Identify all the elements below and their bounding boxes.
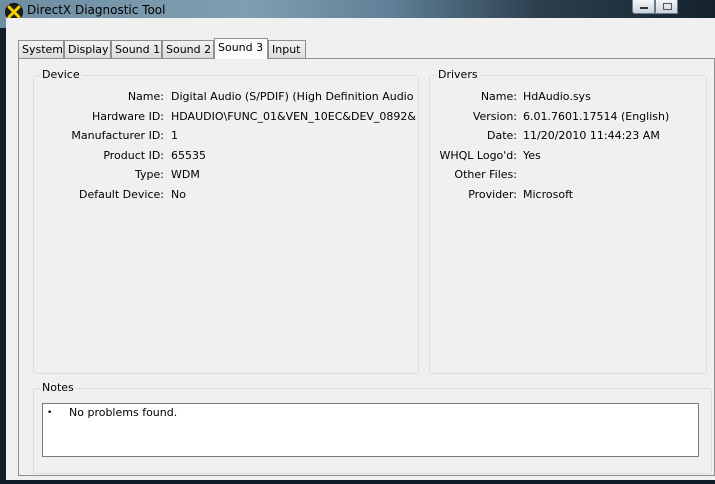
tab-input[interactable]: Input (268, 40, 306, 58)
tab-sound-1[interactable]: Sound 1 (111, 40, 162, 58)
tab-system[interactable]: System (18, 40, 64, 58)
driver-date-row: Date: 11/20/2010 11:44:23 AM (430, 129, 660, 143)
hardware-id-label: Hardware ID: (91, 110, 164, 123)
driver-version-label: Version: (472, 110, 517, 123)
device-type-row: Type: WDM (34, 168, 200, 182)
device-name-label: Name: (127, 90, 164, 103)
hardware-id-value: HDAUDIO\FUNC_01&VEN_10EC&DEV_0892&SUBS' (171, 110, 416, 123)
device-name-value: Digital Audio (S/PDIF) (High Definition … (171, 90, 414, 103)
default-device-row: Default Device: No (34, 188, 186, 202)
device-group: Device Name: Digital Audio (S/PDIF) (Hig… (33, 68, 419, 374)
note-bullet: • (47, 408, 53, 418)
tab-sound-3[interactable]: Sound 3 (214, 38, 268, 59)
whql-logo-row: WHQL Logo'd: Yes (430, 149, 540, 163)
minimize-button[interactable] (632, 0, 655, 14)
driver-name-value: HdAudio.sys (523, 90, 591, 103)
window-title: DirectX Diagnostic Tool (27, 3, 166, 17)
default-device-label: Default Device: (78, 188, 164, 201)
product-id-label: Product ID: (103, 149, 164, 162)
manufacturer-id-row: Manufacturer ID: 1 (34, 129, 178, 143)
other-files-label: Other Files: (454, 168, 517, 181)
maximize-button[interactable] (655, 0, 678, 14)
default-device-value: No (171, 188, 186, 201)
notes-group-label: Notes (40, 381, 76, 394)
driver-version-value: 6.01.7601.17514 (English) (523, 110, 670, 123)
tab-sound-2[interactable]: Sound 2 (162, 40, 214, 58)
hardware-id-row: Hardware ID: HDAUDIO\FUNC_01&VEN_10EC&DE… (34, 110, 416, 124)
manufacturer-id-label: Manufacturer ID: (71, 129, 164, 142)
driver-name-label: Name: (480, 90, 517, 103)
device-type-label: Type: (135, 168, 164, 181)
device-type-value: WDM (171, 168, 200, 181)
sound-3-panel: Device Name: Digital Audio (S/PDIF) (Hig… (18, 58, 715, 476)
provider-row: Provider: Microsoft (430, 188, 573, 202)
notes-text-area[interactable]: • No problems found. (42, 403, 699, 457)
driver-date-label: Date: (487, 129, 517, 142)
other-files-row: Other Files: (430, 168, 517, 182)
product-id-value: 65535 (171, 149, 206, 162)
tab-display[interactable]: Display (64, 40, 111, 58)
device-group-label: Device (40, 68, 82, 81)
device-name-row: Name: Digital Audio (S/PDIF) (High Defin… (34, 90, 414, 104)
driver-version-row: Version: 6.01.7601.17514 (English) (430, 110, 669, 124)
provider-label: Provider: (468, 188, 517, 201)
product-id-row: Product ID: 65535 (34, 149, 206, 163)
manufacturer-id-value: 1 (171, 129, 178, 142)
provider-value: Microsoft (523, 188, 574, 201)
whql-logo-value: Yes (523, 149, 541, 162)
notes-group: Notes • No problems found. (33, 381, 712, 474)
whql-logo-label: WHQL Logo'd: (439, 149, 517, 162)
note-item: No problems found. (69, 406, 178, 419)
driver-name-row: Name: HdAudio.sys (430, 90, 591, 104)
driver-date-value: 11/20/2010 11:44:23 AM (523, 129, 660, 142)
drivers-group-label: Drivers (436, 68, 480, 81)
drivers-group: Drivers Name: HdAudio.sys Version: 6.01.… (429, 68, 707, 374)
dialog-body: System Display Sound 1 Sound 2 Sound 3 I… (6, 18, 715, 480)
